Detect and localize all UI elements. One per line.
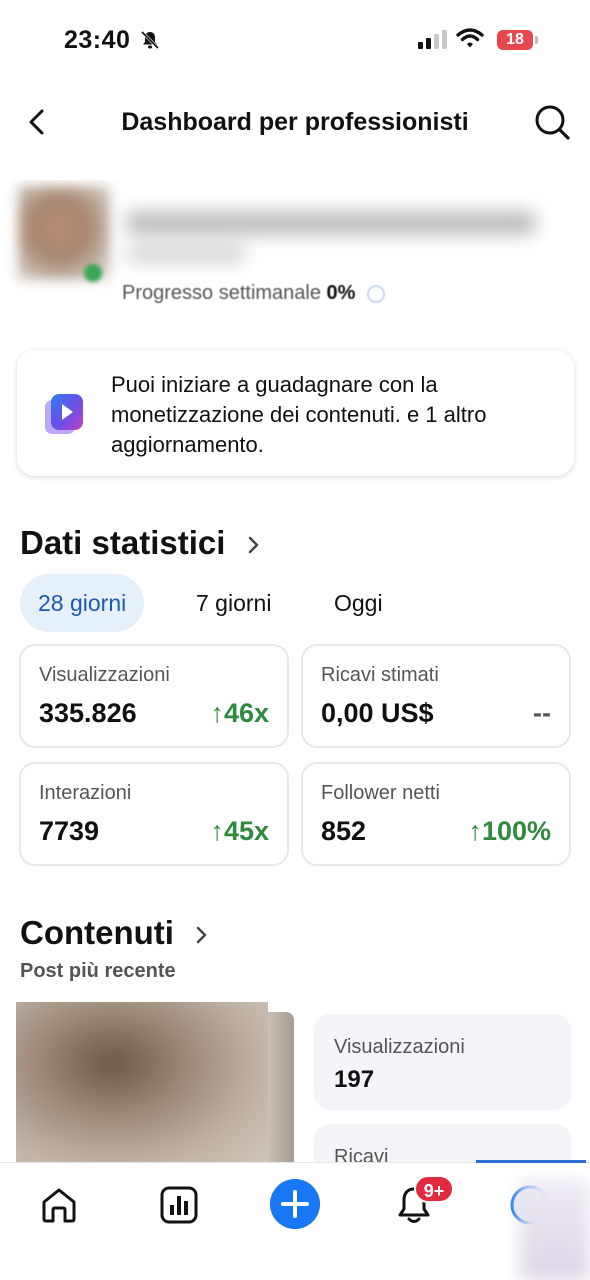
battery-indicator: 18	[497, 30, 533, 50]
online-status-dot	[84, 264, 102, 282]
stat-change: ↑100%	[468, 816, 551, 846]
status-bar: 23:40 18	[0, 0, 590, 80]
chevron-right-icon	[196, 927, 207, 944]
period-tabs: 28 giorni 7 giorni Oggi	[20, 574, 580, 632]
bell-off-icon	[140, 30, 160, 50]
cellular-signal-icon	[418, 30, 447, 49]
stat-label: Interazioni	[39, 782, 132, 804]
nav-accent-line	[476, 1160, 586, 1163]
bottom-navigation: 9+	[0, 1160, 590, 1280]
search-icon[interactable]	[532, 102, 572, 142]
stat-card-net-followers[interactable]: Follower netti 852 ↑100%	[301, 762, 571, 866]
post-metric-label: Visualizzazioni	[334, 1036, 465, 1058]
stat-value: 0,00 US$	[321, 698, 434, 728]
weekly-progress-label: Progresso settimanale	[122, 282, 321, 304]
stat-label: Visualizzazioni	[39, 664, 170, 686]
status-time: 23:40	[64, 26, 131, 54]
monetization-notice-card[interactable]: Puoi iniziare a guadagnare con la moneti…	[17, 350, 574, 476]
stat-change: --	[533, 698, 551, 728]
stat-card-interactions[interactable]: Interazioni 7739 ↑45x	[19, 762, 289, 866]
progress-ring-icon	[367, 284, 386, 303]
latest-post-thumbnail[interactable]	[16, 1002, 268, 1164]
top-app-bar: Dashboard per professionisti	[0, 90, 590, 154]
home-icon[interactable]	[37, 1183, 81, 1227]
stat-change: ↑46x	[210, 698, 269, 728]
weekly-progress-value: 0%	[326, 282, 356, 304]
tab-today[interactable]: Oggi	[334, 574, 383, 632]
stat-label: Follower netti	[321, 782, 440, 804]
stat-value: 852	[321, 816, 367, 846]
page-title: Dashboard per professionisti	[121, 108, 469, 136]
post-metric-value: 197	[334, 1066, 375, 1093]
chevron-right-icon	[248, 537, 258, 554]
contents-title-text: Contenuti	[20, 914, 174, 951]
contents-section-title[interactable]: Contenuti	[20, 914, 209, 952]
profile-summary[interactable]: Progresso settimanale 0%	[0, 180, 590, 310]
stats-title-text: Dati statistici	[20, 524, 226, 561]
battery-tip	[535, 36, 538, 44]
wifi-icon	[456, 28, 484, 48]
section-divider	[0, 494, 590, 504]
stat-value: 335.826	[39, 698, 137, 728]
tab-7-days[interactable]: 7 giorni	[196, 574, 271, 632]
stat-card-estimated-revenue[interactable]: Ricavi stimati 0,00 US$ --	[301, 644, 571, 748]
stats-section-title[interactable]: Dati statistici	[20, 524, 261, 562]
stat-card-views[interactable]: Visualizzazioni 335.826 ↑46x	[19, 644, 289, 748]
next-post-thumbnail[interactable]	[268, 1012, 294, 1164]
contents-subtitle: Post più recente	[20, 960, 176, 982]
post-views-card[interactable]: Visualizzazioni 197	[314, 1014, 571, 1110]
bar-chart-icon[interactable]	[157, 1183, 201, 1227]
stat-change: ↑45x	[210, 816, 269, 846]
profile-name-redacted	[112, 198, 542, 262]
weekly-progress: Progresso settimanale 0%	[122, 282, 386, 305]
notifications-badge: 9+	[414, 1175, 454, 1203]
notice-text: Puoi iniziare a guadagnare con la moneti…	[111, 372, 487, 457]
redacted-corner	[520, 1180, 590, 1280]
tab-28-days[interactable]: 28 giorni	[20, 574, 145, 632]
stat-label: Ricavi stimati	[321, 664, 439, 686]
monetization-play-icon	[45, 394, 83, 434]
create-plus-button[interactable]	[270, 1179, 320, 1229]
stat-value: 7739	[39, 816, 100, 846]
